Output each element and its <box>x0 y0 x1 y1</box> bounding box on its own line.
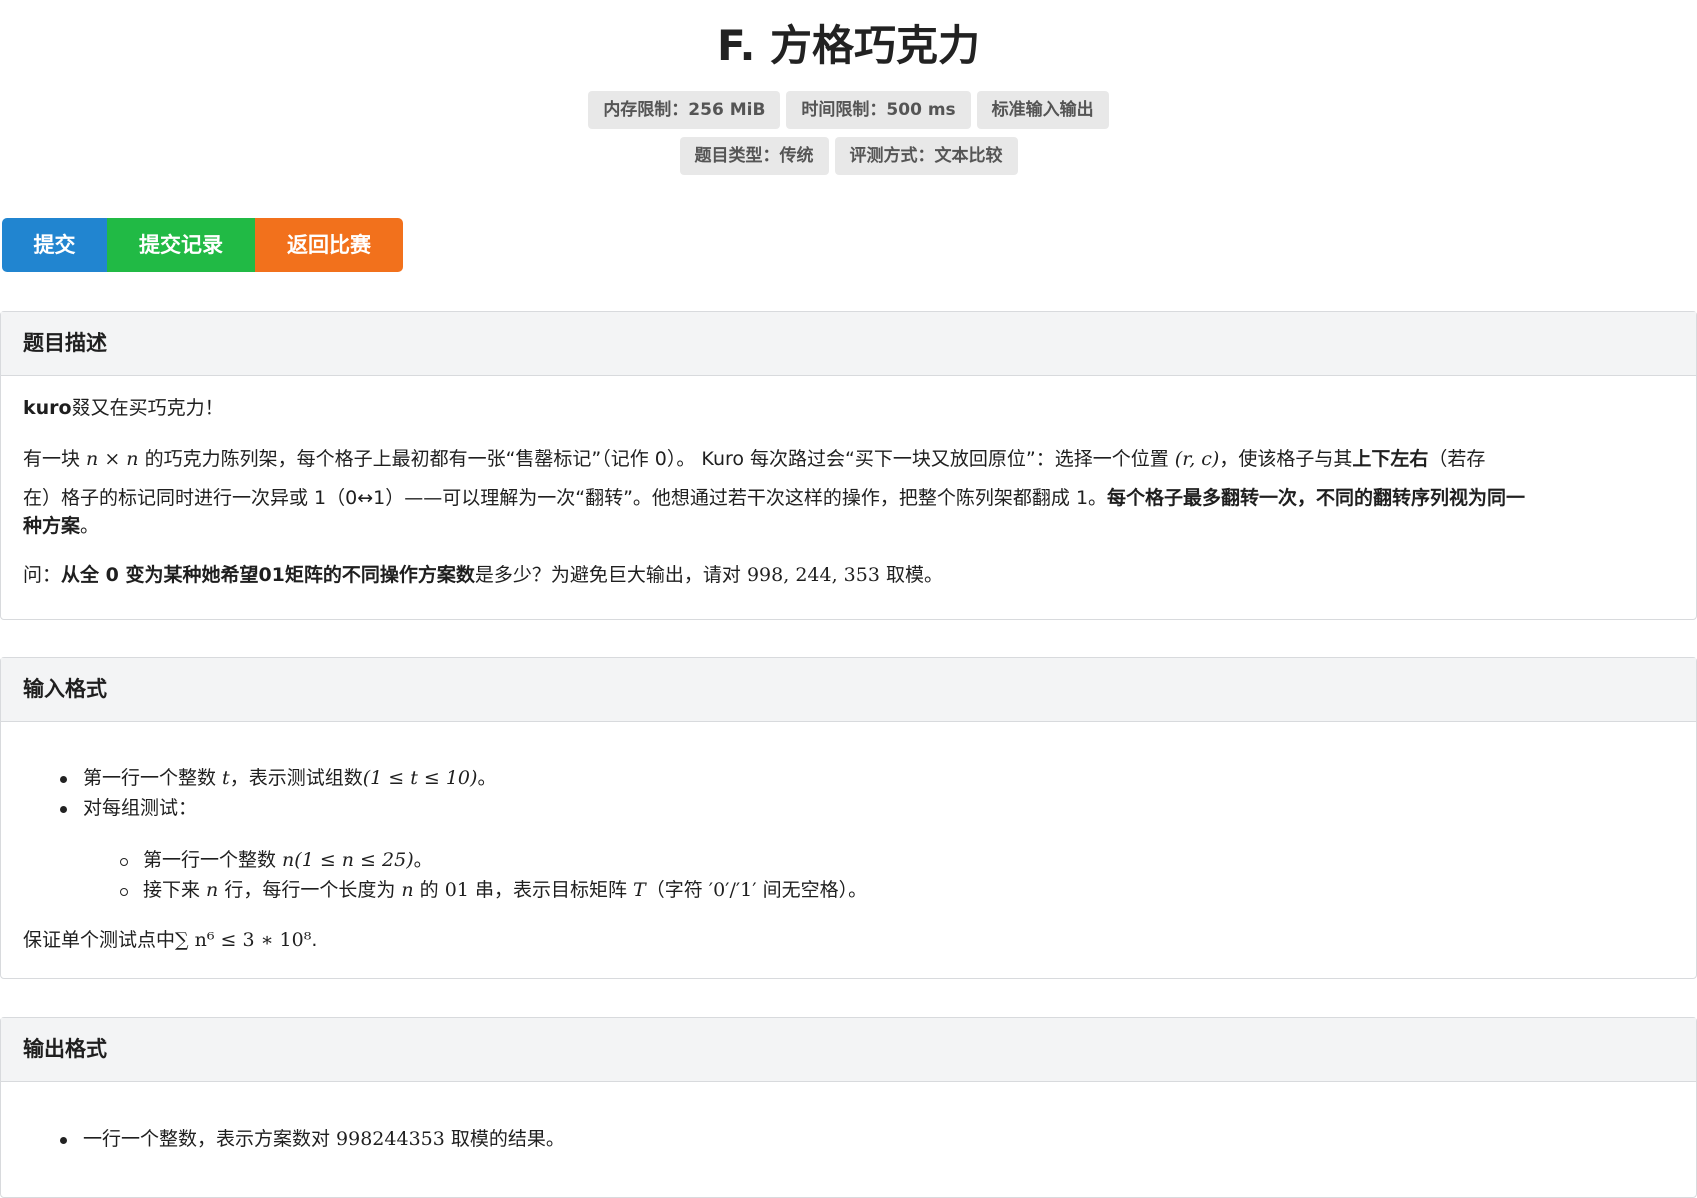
math-expr: T <box>633 879 646 901</box>
limits-row: 内存限制：256 MiB 时间限制：500 ms 标准输入输出 <box>0 91 1697 129</box>
text: ，使该格子与其 <box>1219 448 1353 470</box>
math-expr: (1 ≤ t ≤ 10) <box>362 767 478 789</box>
sub-bullet-icon <box>120 858 128 866</box>
sub-list-item: 接下来 n 行，每行一个长度为 n 的 01 串，表示目标矩阵 T（字符 ′0′… <box>143 874 867 906</box>
math-expr: n <box>206 879 219 901</box>
math-expr: 01 <box>444 879 469 901</box>
judge-method-badge: 评测方式：文本比较 <box>834 137 1018 175</box>
math-expr: ∑ n⁶ ≤ 3 ∗ 10⁸ <box>175 929 312 951</box>
back-to-contest-button[interactable]: 返回比赛 <box>255 218 403 272</box>
guarantee-line: 保证单个测试点中∑ n⁶ ≤ 3 ∗ 10⁸. <box>23 924 317 956</box>
text: 对每组测试： <box>83 797 198 819</box>
text: （字符 <box>645 879 709 901</box>
text: 保证单个测试点中 <box>23 929 176 951</box>
text: 。 <box>80 515 100 537</box>
text: 取模的结果。 <box>444 1128 565 1150</box>
problem-type-badge: 题目类型：传统 <box>679 137 829 175</box>
description-paragraph-3: 问：从全 0 变为某种她希望01矩阵的不同操作方案数是多少？为避免巨大输出，请对… <box>23 559 943 591</box>
math-expr: (r, c) <box>1174 448 1220 470</box>
text: 间无空格）。 <box>756 879 868 901</box>
bullet-icon <box>60 1137 67 1144</box>
list-item: 一行一个整数，表示方案数对 998244353 取模的结果。 <box>83 1123 565 1155</box>
bullet-icon <box>60 806 67 813</box>
math-expr: n <box>401 879 414 901</box>
kuro-name: kuro <box>23 397 72 419</box>
list-item: 第一行一个整数 t，表示测试组数(1 ≤ t ≤ 10)。 <box>83 762 496 794</box>
text: 的 <box>413 879 445 901</box>
text: 接下来 <box>143 879 207 901</box>
memory-limit-badge: 内存限制：256 MiB <box>588 91 781 129</box>
bold-text: 种方案 <box>23 515 81 537</box>
description-heading: 题目描述 <box>1 312 1696 376</box>
bullet-icon <box>60 776 67 783</box>
time-limit-badge: 时间限制：500 ms <box>786 91 971 129</box>
sub-bullet-icon <box>120 888 128 896</box>
type-row: 题目类型：传统 评测方式：文本比较 <box>0 137 1697 175</box>
problem-title: F. 方格巧克力 <box>716 21 981 70</box>
input-format-panel: 输入格式 第一行一个整数 t，表示测试组数(1 ≤ t ≤ 10)。 对每组测试… <box>0 657 1697 979</box>
math-expr: n × n <box>86 448 139 470</box>
text: 在）格子的标记同时进行一次异或 1（0↔1）——可以理解为一次“翻转”。他想通过… <box>23 487 1108 509</box>
output-format-heading: 输出格式 <box>1 1018 1696 1082</box>
math-expr: t <box>222 767 230 789</box>
text: 问： <box>23 564 62 586</box>
math-expr: 998, 244, 353 <box>746 564 880 586</box>
text: ，表示测试组数 <box>229 767 363 789</box>
action-buttons: 提交 提交记录 返回比赛 <box>2 218 403 272</box>
math-expr: 998244353 <box>336 1128 445 1150</box>
text: 行，每行一个长度为 <box>218 879 402 901</box>
text: 一行一个整数，表示方案数对 <box>83 1128 337 1150</box>
math-expr: n(1 ≤ n ≤ 25) <box>282 849 414 871</box>
text: 的巧克力陈列架，每个格子上最初都有一张“售罄标记”（记作 0）。 Kuro 每次… <box>138 448 1175 470</box>
output-format-panel: 输出格式 一行一个整数，表示方案数对 998244353 取模的结果。 <box>0 1017 1697 1198</box>
io-badge: 标准输入输出 <box>976 91 1109 129</box>
math-expr: ′0′/′1′ <box>708 879 757 901</box>
bold-text: 上下左右 <box>1352 448 1429 470</box>
text: （若存 <box>1428 448 1486 470</box>
text: 第一行一个整数 <box>143 849 283 871</box>
text: 。 <box>477 767 497 789</box>
text: 。 <box>413 849 433 871</box>
text: 取模。 <box>879 564 943 586</box>
text: 串，表示目标矩阵 <box>468 879 634 901</box>
description-panel: 题目描述 kuro叕又在买巧克力！ 有一块 n × n 的巧克力陈列架，每个格子… <box>0 311 1697 620</box>
text: 有一块 <box>23 448 87 470</box>
text: . <box>311 929 318 951</box>
text: 第一行一个整数 <box>83 767 223 789</box>
bold-text: 从全 0 变为某种她希望01矩阵的不同操作方案数 <box>61 564 475 586</box>
bold-text: 每个格子最多翻转一次，不同的翻转序列视为同一 <box>1107 487 1526 509</box>
input-format-heading: 输入格式 <box>1 658 1696 722</box>
submission-records-button[interactable]: 提交记录 <box>107 218 255 272</box>
list-item: 对每组测试： <box>83 792 197 824</box>
sub-list-item: 第一行一个整数 n(1 ≤ n ≤ 25)。 <box>143 844 433 876</box>
intro-text: 叕又在买巧克力！ <box>71 397 224 419</box>
description-paragraph-2-line-1: 有一块 n × n 的巧克力陈列架，每个格子上最初都有一张“售罄标记”（记作 0… <box>23 443 1485 475</box>
submit-button[interactable]: 提交 <box>2 218 107 272</box>
text: 是多少？为避免巨大输出，请对 <box>474 564 747 586</box>
description-paragraph-1: kuro叕又在买巧克力！ <box>23 392 224 424</box>
description-paragraph-2-line-3: 种方案。 <box>23 510 99 542</box>
description-paragraph-2-line-2: 在）格子的标记同时进行一次异或 1（0↔1）——可以理解为一次“翻转”。他想通过… <box>23 482 1525 514</box>
